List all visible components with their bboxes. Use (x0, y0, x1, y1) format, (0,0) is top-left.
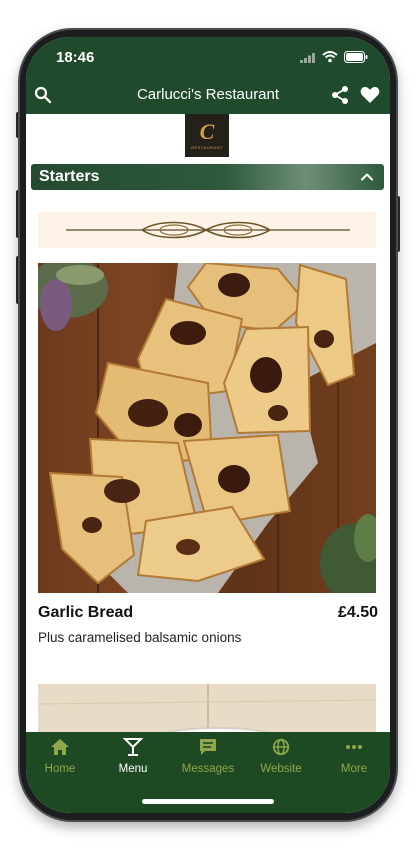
app-screen: 18:46 Carlucci's Restaurant C RESTAURANT… (26, 37, 390, 813)
tab-menu[interactable]: Menu (103, 738, 163, 775)
tab-home[interactable]: Home (30, 738, 90, 775)
nav-bar: Carlucci's Restaurant (26, 81, 390, 111)
chevron-up-icon[interactable] (360, 170, 374, 189)
menu-item-description: Plus caramelised balsamic onions (38, 630, 242, 645)
tab-label: Messages (181, 763, 235, 775)
flourish-ornament (66, 221, 350, 239)
starters-section-header[interactable]: Starters (31, 164, 384, 190)
status-bar: 18:46 (26, 37, 390, 77)
cocktail-icon (122, 738, 144, 760)
tab-label: Home (44, 763, 76, 775)
menu-item-price: £4.50 (337, 604, 378, 621)
menu-item-name: Garlic Bread (38, 604, 134, 621)
status-icons (300, 50, 368, 68)
wifi-icon (322, 50, 338, 68)
home-indicator[interactable] (142, 799, 274, 804)
tab-label: Website (260, 763, 302, 775)
more-dots-icon (344, 743, 364, 760)
message-icon (198, 739, 218, 760)
ornamental-divider (38, 212, 376, 248)
globe-icon (271, 738, 291, 760)
logo-text: RESTAURANT (191, 145, 223, 150)
tab-label: Menu (118, 763, 148, 775)
restaurant-logo: C RESTAURANT (185, 114, 229, 157)
tab-messages[interactable]: Messages (178, 738, 238, 775)
favorite-heart-icon[interactable] (360, 86, 380, 109)
tab-label: More (340, 763, 368, 775)
signal-icon (300, 50, 316, 68)
home-icon (50, 739, 70, 760)
battery-icon (344, 50, 368, 68)
tab-website[interactable]: Website (251, 738, 311, 775)
app-header: 18:46 Carlucci's Restaurant (26, 37, 390, 114)
section-title: Starters (39, 168, 100, 185)
menu-content[interactable]: C RESTAURANT Starters Garlic Bread £4.50… (26, 114, 390, 736)
logo-letter: C (199, 119, 215, 144)
share-icon[interactable] (330, 85, 350, 110)
tab-more[interactable]: More (324, 738, 384, 775)
next-menu-item-photo[interactable] (38, 684, 376, 736)
status-time: 18:46 (56, 49, 95, 66)
garlic-bread-photo[interactable] (38, 263, 376, 593)
